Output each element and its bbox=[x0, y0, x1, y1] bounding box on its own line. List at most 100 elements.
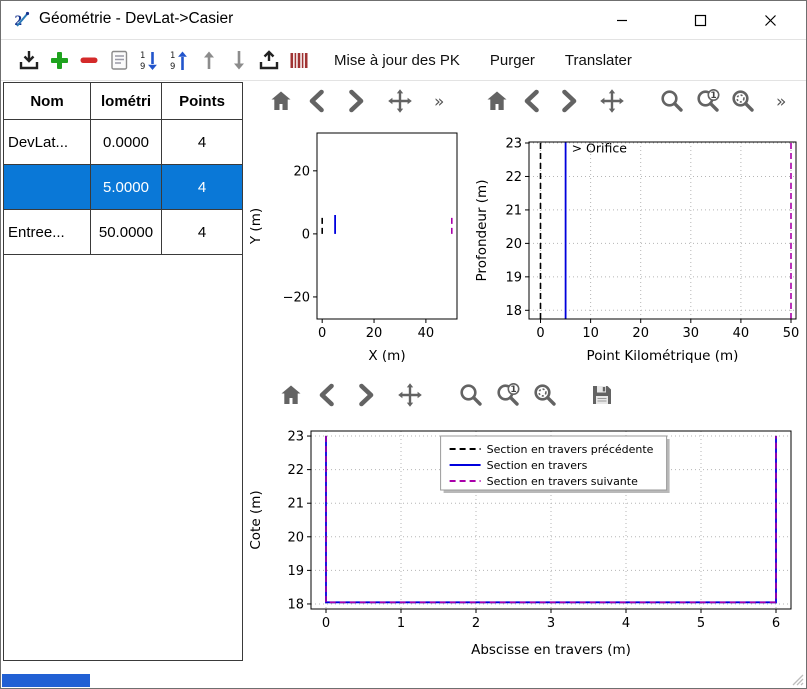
table-header: Nom lométri Points bbox=[4, 83, 242, 120]
home-icon bbox=[268, 88, 294, 114]
maximize-icon bbox=[694, 14, 707, 27]
back-icon bbox=[520, 88, 546, 114]
cell-pk[interactable]: 50.0000 bbox=[91, 210, 162, 254]
column-header-nom[interactable]: Nom bbox=[4, 83, 91, 119]
cell-pk[interactable]: 0.0000 bbox=[91, 120, 162, 164]
edit-list-button[interactable] bbox=[104, 45, 134, 75]
remove-button[interactable] bbox=[74, 45, 104, 75]
forward-button[interactable] bbox=[341, 87, 369, 115]
svg-text:30: 30 bbox=[683, 326, 700, 341]
plan-chart[interactable]: 02040−20020X (m)Y (m) bbox=[245, 121, 469, 367]
zoom-button[interactable] bbox=[457, 381, 485, 409]
svg-text:1: 1 bbox=[140, 51, 145, 61]
zoom-button[interactable] bbox=[658, 87, 686, 115]
svg-text:23: 23 bbox=[505, 137, 522, 152]
pan-button[interactable] bbox=[598, 87, 626, 115]
back-button[interactable] bbox=[519, 87, 547, 115]
zoom-fit-button[interactable] bbox=[531, 381, 559, 409]
close-button[interactable] bbox=[749, 1, 791, 39]
svg-text:21: 21 bbox=[287, 497, 304, 512]
minimize-button[interactable] bbox=[601, 1, 643, 39]
update-pk-button[interactable]: Mise à jour des PK bbox=[334, 52, 460, 69]
overflow-button[interactable]: » bbox=[429, 87, 457, 115]
zoom-one-button[interactable]: 1 bbox=[494, 381, 522, 409]
move-down-icon bbox=[227, 48, 251, 72]
svg-text:Point Kilométrique (m): Point Kilométrique (m) bbox=[587, 348, 739, 364]
column-header-pk[interactable]: lométri bbox=[91, 83, 162, 119]
svg-text:18: 18 bbox=[505, 304, 522, 319]
cell-points[interactable]: 4 bbox=[162, 120, 242, 164]
svg-text:> Orifice: > Orifice bbox=[572, 140, 628, 155]
svg-text:4: 4 bbox=[622, 616, 630, 631]
home-button[interactable] bbox=[277, 381, 305, 409]
taskbar-fragment bbox=[2, 674, 90, 687]
svg-text:»: » bbox=[434, 92, 444, 112]
translate-button[interactable]: Translater bbox=[565, 52, 632, 69]
home-button[interactable] bbox=[267, 87, 295, 115]
add-button[interactable] bbox=[44, 45, 74, 75]
home-icon bbox=[484, 88, 510, 114]
back-button[interactable] bbox=[314, 381, 342, 409]
sort-ascending-button[interactable]: 19 bbox=[164, 45, 194, 75]
table-row[interactable]: DevLat... 0.0000 4 bbox=[4, 120, 242, 165]
purge-button[interactable]: Purger bbox=[490, 52, 535, 69]
svg-text:22: 22 bbox=[287, 463, 304, 478]
move-up-button[interactable] bbox=[194, 45, 224, 75]
sort-descending-button[interactable]: 19 bbox=[134, 45, 164, 75]
svg-text:0: 0 bbox=[322, 616, 330, 631]
pan-icon bbox=[387, 88, 413, 114]
overflow-button[interactable]: » bbox=[771, 87, 799, 115]
forward-icon bbox=[352, 382, 378, 408]
svg-text:40: 40 bbox=[418, 326, 435, 341]
title-bar[interactable]: 2 Géométrie - DevLat->Casier bbox=[1, 1, 806, 39]
table-row-selected[interactable]: 5.0000 4 bbox=[4, 165, 242, 210]
resize-grip[interactable] bbox=[790, 672, 804, 686]
plan-plot-toolbar: » bbox=[245, 81, 469, 121]
move-down-button[interactable] bbox=[224, 45, 254, 75]
cell-points[interactable]: 4 bbox=[162, 165, 242, 209]
save-button[interactable] bbox=[588, 381, 616, 409]
zoom-one-button[interactable]: 1 bbox=[694, 87, 722, 115]
toolbar-text-actions: Mise à jour des PK Purger Translater bbox=[334, 52, 662, 69]
svg-text:1: 1 bbox=[397, 616, 405, 631]
cell-pk[interactable]: 5.0000 bbox=[91, 165, 162, 209]
pan-button[interactable] bbox=[386, 87, 414, 115]
remove-icon bbox=[77, 48, 101, 72]
svg-text:10: 10 bbox=[582, 326, 599, 341]
forward-icon bbox=[342, 88, 368, 114]
table-row[interactable]: Entree... 50.0000 4 bbox=[4, 210, 242, 255]
svg-text:20: 20 bbox=[505, 237, 522, 252]
column-header-points[interactable]: Points bbox=[162, 83, 242, 119]
cell-nom[interactable]: Entree... bbox=[4, 210, 91, 254]
cell-nom[interactable]: DevLat... bbox=[4, 120, 91, 164]
svg-text:Y (m): Y (m) bbox=[248, 208, 264, 245]
svg-text:1: 1 bbox=[510, 385, 516, 395]
section-chart[interactable]: 0123456181920212223Abscisse en travers (… bbox=[245, 421, 807, 661]
home-button[interactable] bbox=[483, 87, 511, 115]
svg-text:22: 22 bbox=[505, 170, 522, 185]
forward-button[interactable] bbox=[351, 381, 379, 409]
back-button[interactable] bbox=[304, 87, 332, 115]
zoom-one-icon: 1 bbox=[695, 88, 721, 114]
sections-table: Nom lométri Points DevLat... 0.0000 4 5.… bbox=[3, 82, 243, 661]
profile-chart[interactable]: 01020304050181920212223Point Kilométriqu… bbox=[471, 121, 807, 367]
zoom-icon bbox=[458, 382, 484, 408]
svg-text:X (m): X (m) bbox=[368, 348, 405, 364]
svg-text:20: 20 bbox=[632, 326, 649, 341]
sections-button[interactable] bbox=[284, 45, 314, 75]
forward-button[interactable] bbox=[555, 87, 583, 115]
zoom-one-icon: 1 bbox=[495, 382, 521, 408]
export-button[interactable] bbox=[254, 45, 284, 75]
import-button[interactable] bbox=[14, 45, 44, 75]
cell-points[interactable]: 4 bbox=[162, 210, 242, 254]
maximize-button[interactable] bbox=[679, 1, 721, 39]
zoom-fit-button[interactable] bbox=[730, 87, 758, 115]
section-plot-toolbar: 1 bbox=[245, 369, 807, 421]
pan-button[interactable] bbox=[396, 381, 424, 409]
cell-nom[interactable] bbox=[4, 165, 91, 209]
minimize-icon bbox=[616, 14, 628, 26]
svg-text:21: 21 bbox=[505, 203, 522, 218]
svg-text:1: 1 bbox=[710, 91, 716, 101]
pan-icon bbox=[397, 382, 423, 408]
forward-icon bbox=[555, 88, 581, 114]
